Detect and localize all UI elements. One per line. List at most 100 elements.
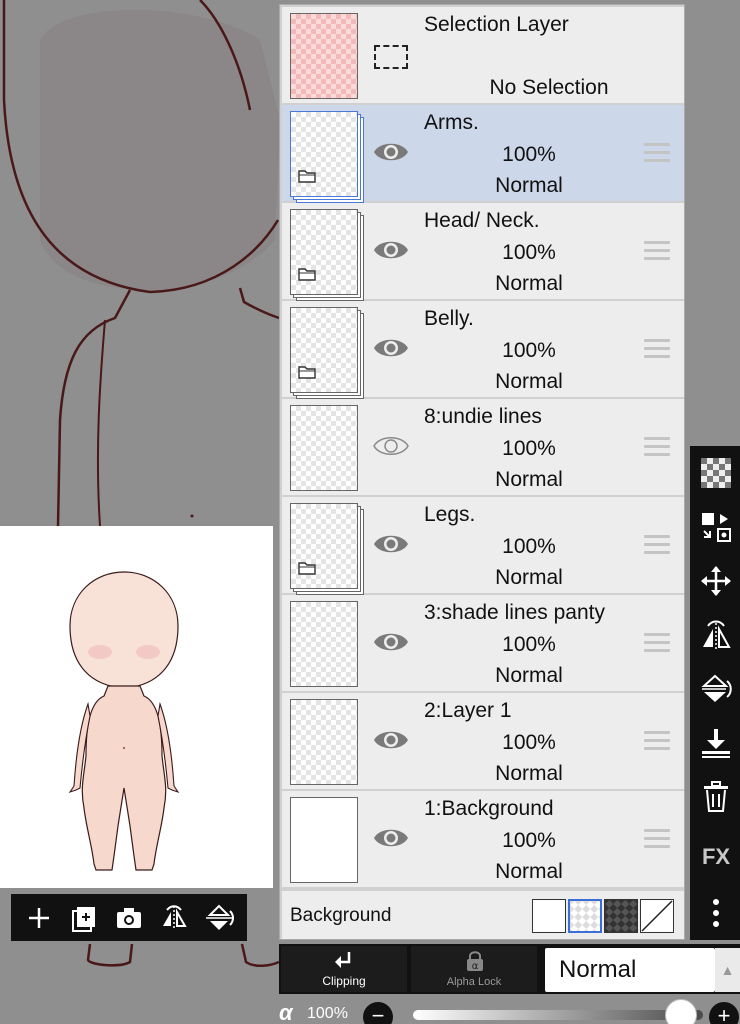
camera-icon[interactable] — [111, 900, 147, 936]
layer-blend-mode: Normal — [495, 566, 563, 589]
blend-mode-arrow-icon[interactable]: ▲ — [715, 948, 740, 992]
layer-name: 1:Background — [424, 797, 554, 820]
eye-icon[interactable] — [372, 235, 410, 265]
background-row: Background — [282, 891, 684, 939]
eye-icon[interactable] — [372, 725, 410, 755]
layer-opacity: 100% — [502, 731, 556, 754]
blend-mode-select[interactable]: Normal — [545, 948, 715, 992]
layer-row[interactable]: Head/ Neck. 100% Normal — [282, 203, 684, 301]
more-icon[interactable] — [699, 896, 733, 930]
layer-opacity: 100% — [502, 535, 556, 558]
layer-name: 2:Layer 1 — [424, 699, 512, 722]
opacity-slider[interactable] — [413, 1010, 703, 1020]
selection-layer-thumbnail — [290, 13, 360, 101]
drag-handle-icon[interactable] — [644, 143, 670, 165]
right-toolbar: FX — [690, 446, 740, 940]
layer-thumbnail — [290, 405, 360, 493]
eye-hidden-icon[interactable] — [372, 431, 410, 461]
layer-blend-mode: Normal — [495, 664, 563, 687]
folder-icon — [298, 267, 316, 281]
drag-handle-icon[interactable] — [644, 633, 670, 655]
drag-handle-icon[interactable] — [644, 731, 670, 753]
flip-horizontal-icon[interactable] — [156, 900, 192, 936]
slash-icon — [641, 900, 673, 932]
transform-layer-icon[interactable] — [699, 510, 733, 544]
layer-name: Belly. — [424, 307, 474, 330]
layer-thumbnail — [290, 699, 360, 787]
eye-icon[interactable] — [372, 529, 410, 559]
drag-handle-icon[interactable] — [644, 535, 670, 557]
layer-thumbnail — [290, 307, 364, 399]
layer-blend-mode: Normal — [495, 272, 563, 295]
lock-icon: α — [467, 951, 483, 972]
layer-row[interactable]: 3:shade lines panty 100% Normal — [282, 595, 684, 691]
flip-vertical-icon[interactable] — [699, 672, 733, 706]
layer-thumbnail — [290, 601, 360, 689]
plus-icon[interactable] — [21, 900, 57, 936]
clipping-label: Clipping — [322, 974, 366, 988]
layer-opacity: 100% — [502, 339, 556, 362]
layer-name: Legs. — [424, 503, 476, 526]
layer-row[interactable]: Belly. 100% Normal — [282, 301, 684, 399]
selection-status: No Selection — [489, 76, 609, 99]
background-none-option[interactable] — [640, 899, 674, 933]
layer-name: Arms. — [424, 111, 479, 134]
trash-icon[interactable] — [699, 780, 733, 814]
background-dark-option[interactable] — [604, 899, 638, 933]
background-transparent-option[interactable] — [568, 899, 602, 933]
merge-down-icon[interactable] — [699, 726, 733, 760]
eye-icon[interactable] — [372, 823, 410, 853]
canvas-preview[interactable] — [0, 526, 273, 888]
preview-toolbar — [11, 894, 247, 941]
opacity-plus-button[interactable]: + — [709, 1002, 739, 1024]
flip-horizontal-icon[interactable] — [699, 618, 733, 652]
layer-row[interactable]: 1:Background 100% Normal — [282, 791, 684, 887]
svg-text:α: α — [472, 961, 479, 972]
move-icon[interactable] — [699, 564, 733, 598]
folder-icon — [298, 169, 316, 183]
eye-icon[interactable] — [372, 627, 410, 657]
clipping-button[interactable]: Clipping — [281, 946, 407, 992]
layer-blend-mode: Normal — [495, 860, 563, 883]
drag-handle-icon[interactable] — [644, 339, 670, 361]
layer-row[interactable]: 2:Layer 1 100% Normal — [282, 693, 684, 789]
layer-name: 3:shade lines panty — [424, 601, 605, 624]
layer-opacity: 100% — [502, 241, 556, 264]
layer-bottom-bar: Clipping α Alpha Lock Normal ▲ — [279, 944, 740, 994]
checkerboard-icon[interactable] — [699, 456, 733, 490]
layer-name: 8:undie lines — [424, 405, 542, 428]
alpha-lock-button[interactable]: α Alpha Lock — [411, 946, 537, 992]
eye-icon[interactable] — [372, 137, 410, 167]
layer-opacity: 100% — [502, 829, 556, 852]
drag-handle-icon[interactable] — [644, 241, 670, 263]
opacity-slider-knob[interactable] — [665, 999, 697, 1024]
drag-handle-icon[interactable] — [644, 829, 670, 851]
opacity-bar: α 100% − + — [279, 996, 740, 1024]
opacity-value: 100% — [307, 1005, 348, 1022]
flip-vertical-icon[interactable] — [201, 900, 237, 936]
layer-name: Head/ Neck. — [424, 209, 540, 232]
layer-blend-mode: Normal — [495, 468, 563, 491]
add-layer-icon[interactable] — [66, 900, 102, 936]
background-white-option[interactable] — [532, 899, 566, 933]
layer-blend-mode: Normal — [495, 370, 563, 393]
layer-thumbnail — [290, 797, 360, 885]
layer-opacity: 100% — [502, 633, 556, 656]
layer-row[interactable]: 8:undie lines 100% Normal — [282, 399, 684, 495]
clipping-arrow-icon — [335, 952, 351, 968]
layer-opacity: 100% — [502, 143, 556, 166]
fx-label: FX — [701, 844, 731, 869]
alpha-lock-label: Alpha Lock — [446, 976, 502, 988]
eye-icon[interactable] — [372, 333, 410, 363]
layer-row[interactable]: Legs. 100% Normal — [282, 497, 684, 595]
alpha-symbol: α — [279, 1000, 293, 1024]
selection-layer-row[interactable]: Selection Layer No Selection — [282, 7, 684, 103]
drag-handle-icon[interactable] — [644, 437, 670, 459]
layer-blend-mode: Normal — [495, 174, 563, 197]
opacity-minus-button[interactable]: − — [363, 1002, 393, 1024]
layer-thumbnail — [290, 111, 364, 203]
selection-layer-title: Selection Layer — [424, 13, 569, 36]
selection-marquee-icon — [374, 45, 408, 69]
layer-row[interactable]: Arms. 100% Normal — [282, 105, 684, 203]
fx-icon[interactable]: FX — [699, 840, 733, 874]
